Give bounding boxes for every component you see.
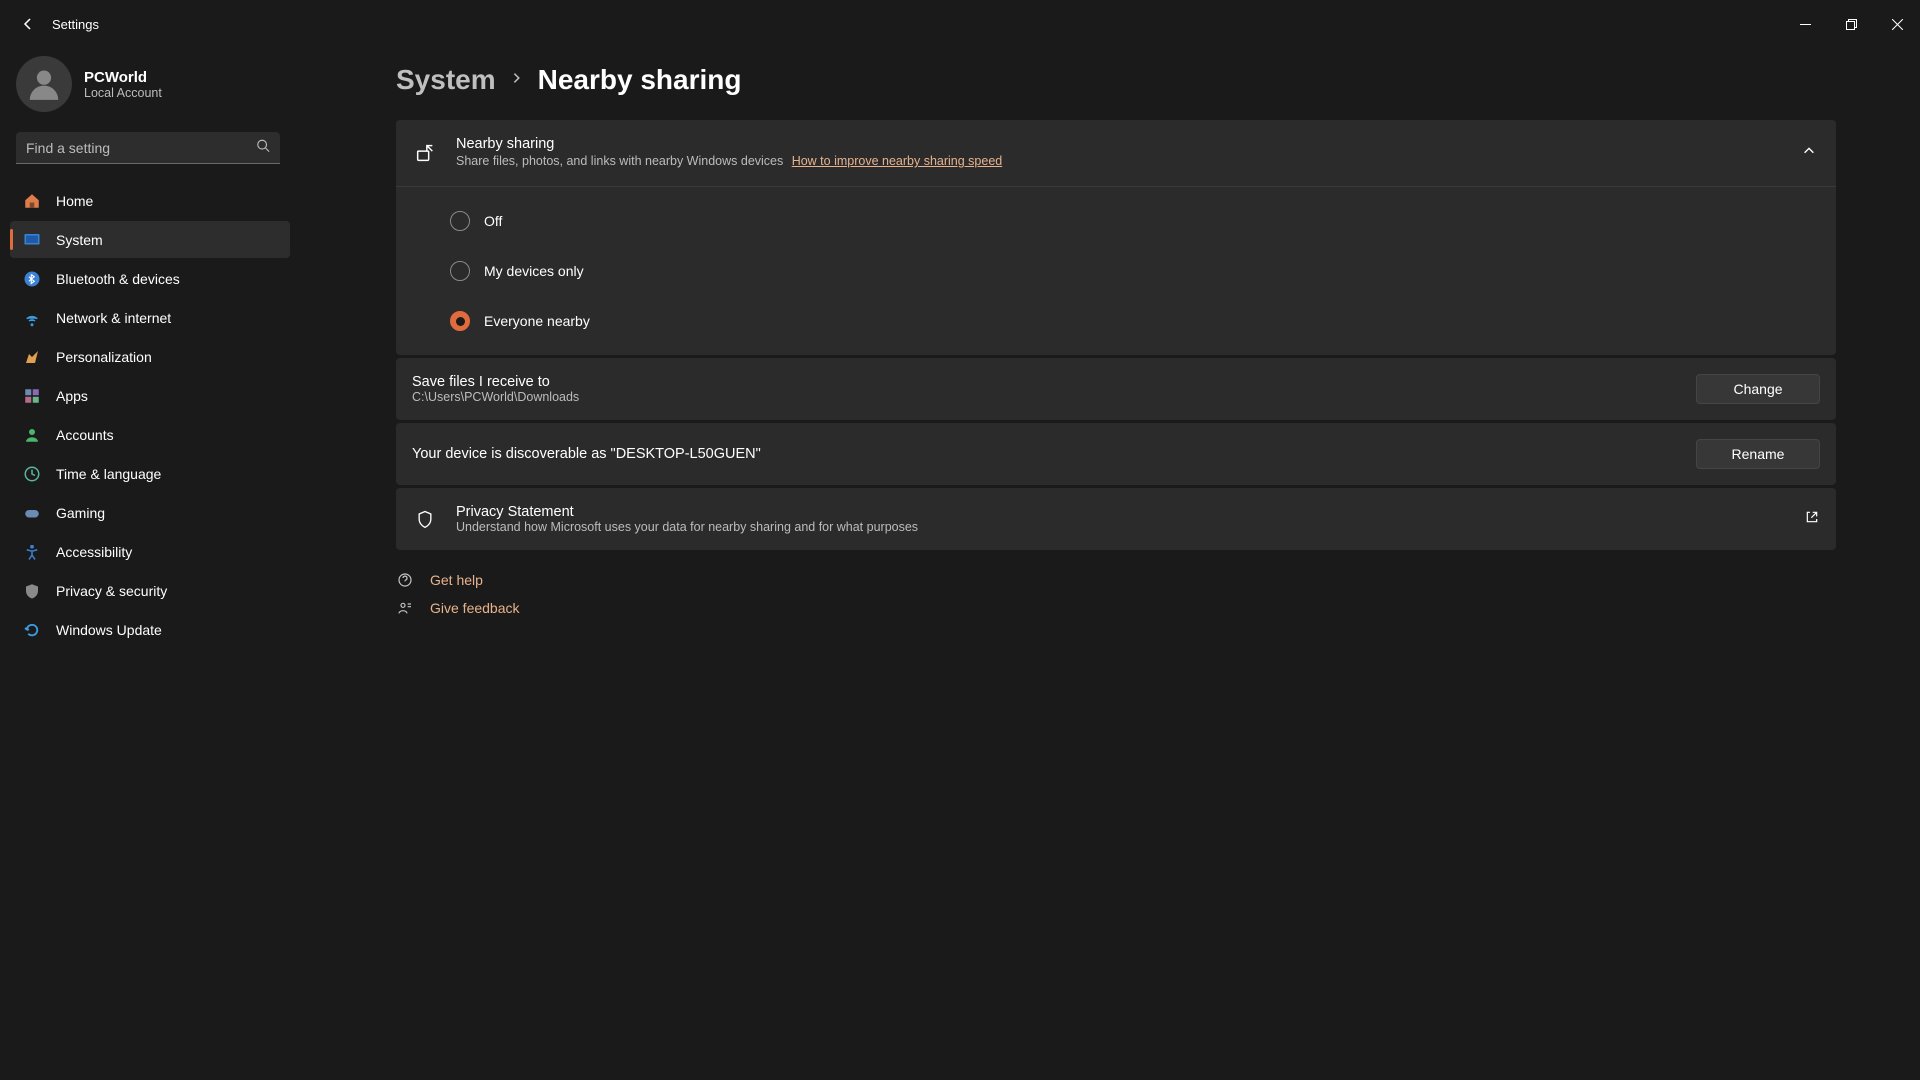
get-help-link[interactable]: Get help — [396, 572, 1836, 588]
main-content: System Nearby sharing Nearby sharing Sha… — [300, 48, 1920, 1080]
shield-icon — [412, 509, 438, 529]
titlebar: Settings — [0, 0, 1920, 48]
privacy-icon — [22, 581, 42, 601]
account-type: Local Account — [84, 86, 162, 100]
nav-item-system[interactable]: System — [10, 221, 290, 258]
nav-item-windows-update[interactable]: Windows Update — [10, 611, 290, 648]
option-my-devices[interactable]: My devices only — [450, 261, 1836, 281]
time-language-icon — [22, 464, 42, 484]
help-links: Get help Give feedback — [396, 572, 1836, 616]
close-button[interactable] — [1874, 0, 1920, 48]
minimize-button[interactable] — [1782, 0, 1828, 48]
feedback-icon — [396, 600, 414, 616]
gaming-icon — [22, 503, 42, 523]
nav-label: Home — [56, 193, 93, 209]
nav-item-network[interactable]: Network & internet — [10, 299, 290, 336]
nav-label: Time & language — [56, 466, 161, 482]
search-input[interactable] — [16, 132, 280, 164]
nav-item-time-language[interactable]: Time & language — [10, 455, 290, 492]
save-path-value: C:\Users\PCWorld\Downloads — [412, 390, 579, 404]
share-icon — [412, 142, 438, 164]
external-link-icon — [1804, 509, 1820, 530]
nav-label: Bluetooth & devices — [56, 271, 180, 287]
save-path-title: Save files I receive to — [412, 374, 579, 390]
nearby-sharing-header[interactable]: Nearby sharing Share files, photos, and … — [396, 120, 1836, 186]
chevron-right-icon — [510, 71, 524, 90]
link-label: Get help — [430, 572, 483, 588]
accessibility-icon — [22, 542, 42, 562]
maximize-icon — [1846, 19, 1857, 30]
search-icon — [256, 139, 270, 158]
breadcrumb-parent[interactable]: System — [396, 64, 496, 96]
save-path-card: Save files I receive to C:\Users\PCWorld… — [396, 358, 1836, 420]
option-everyone[interactable]: Everyone nearby — [450, 311, 1836, 331]
nearby-sharing-card: Nearby sharing Share files, photos, and … — [396, 120, 1836, 355]
privacy-card[interactable]: Privacy Statement Understand how Microso… — [396, 488, 1836, 550]
back-button[interactable] — [8, 4, 48, 44]
option-label: Everyone nearby — [484, 313, 590, 329]
minimize-icon — [1800, 19, 1811, 30]
nearby-sharing-subtitle: Share files, photos, and links with near… — [456, 154, 783, 168]
link-label: Give feedback — [430, 600, 520, 616]
close-icon — [1892, 19, 1903, 30]
nav-label: Accessibility — [56, 544, 132, 560]
avatar — [16, 56, 72, 112]
nearby-options: Off My devices only Everyone nearby — [396, 186, 1836, 355]
nav-label: Personalization — [56, 349, 152, 365]
window-controls — [1782, 0, 1920, 48]
give-feedback-link[interactable]: Give feedback — [396, 600, 1836, 616]
nav-label: Network & internet — [56, 310, 171, 326]
nav-label: Windows Update — [56, 622, 162, 638]
arrow-left-icon — [20, 16, 36, 32]
nav-item-accounts[interactable]: Accounts — [10, 416, 290, 453]
nav-label: Apps — [56, 388, 88, 404]
help-icon — [396, 572, 414, 588]
rename-button[interactable]: Rename — [1696, 439, 1820, 469]
option-off[interactable]: Off — [450, 211, 1836, 231]
chevron-up-icon — [1802, 144, 1816, 163]
nav-item-apps[interactable]: Apps — [10, 377, 290, 414]
account-block[interactable]: PCWorld Local Account — [0, 56, 300, 124]
app-title: Settings — [52, 17, 99, 32]
nav-list: Home System Bluetooth & devices Network … — [0, 182, 300, 648]
privacy-sub: Understand how Microsoft uses your data … — [456, 520, 918, 534]
account-name: PCWorld — [84, 69, 162, 86]
maximize-button[interactable] — [1828, 0, 1874, 48]
breadcrumb-current: Nearby sharing — [538, 64, 742, 96]
network-icon — [22, 308, 42, 328]
breadcrumb: System Nearby sharing — [396, 64, 1836, 96]
system-icon — [22, 230, 42, 250]
nav-item-privacy[interactable]: Privacy & security — [10, 572, 290, 609]
home-icon — [22, 191, 42, 211]
nav-label: System — [56, 232, 103, 248]
nav-item-home[interactable]: Home — [10, 182, 290, 219]
nav-item-personalization[interactable]: Personalization — [10, 338, 290, 375]
accounts-icon — [22, 425, 42, 445]
nav-item-accessibility[interactable]: Accessibility — [10, 533, 290, 570]
discoverable-title: Your device is discoverable as "DESKTOP-… — [412, 446, 761, 462]
radio-icon — [450, 211, 470, 231]
sidebar: PCWorld Local Account Home System — [0, 48, 300, 1080]
option-label: My devices only — [484, 263, 584, 279]
nav-label: Accounts — [56, 427, 114, 443]
radio-icon — [450, 261, 470, 281]
privacy-title: Privacy Statement — [456, 504, 918, 520]
discoverable-card: Your device is discoverable as "DESKTOP-… — [396, 423, 1836, 485]
nav-item-bluetooth[interactable]: Bluetooth & devices — [10, 260, 290, 297]
nav-item-gaming[interactable]: Gaming — [10, 494, 290, 531]
nav-label: Privacy & security — [56, 583, 167, 599]
person-icon — [25, 65, 63, 103]
nearby-sharing-title: Nearby sharing — [456, 136, 1784, 152]
radio-icon — [450, 311, 470, 331]
option-label: Off — [484, 213, 502, 229]
personalization-icon — [22, 347, 42, 367]
update-icon — [22, 620, 42, 640]
search-box — [16, 132, 280, 164]
nearby-help-link[interactable]: How to improve nearby sharing speed — [792, 154, 1003, 168]
change-button[interactable]: Change — [1696, 374, 1820, 404]
nav-label: Gaming — [56, 505, 105, 521]
bluetooth-icon — [22, 269, 42, 289]
apps-icon — [22, 386, 42, 406]
